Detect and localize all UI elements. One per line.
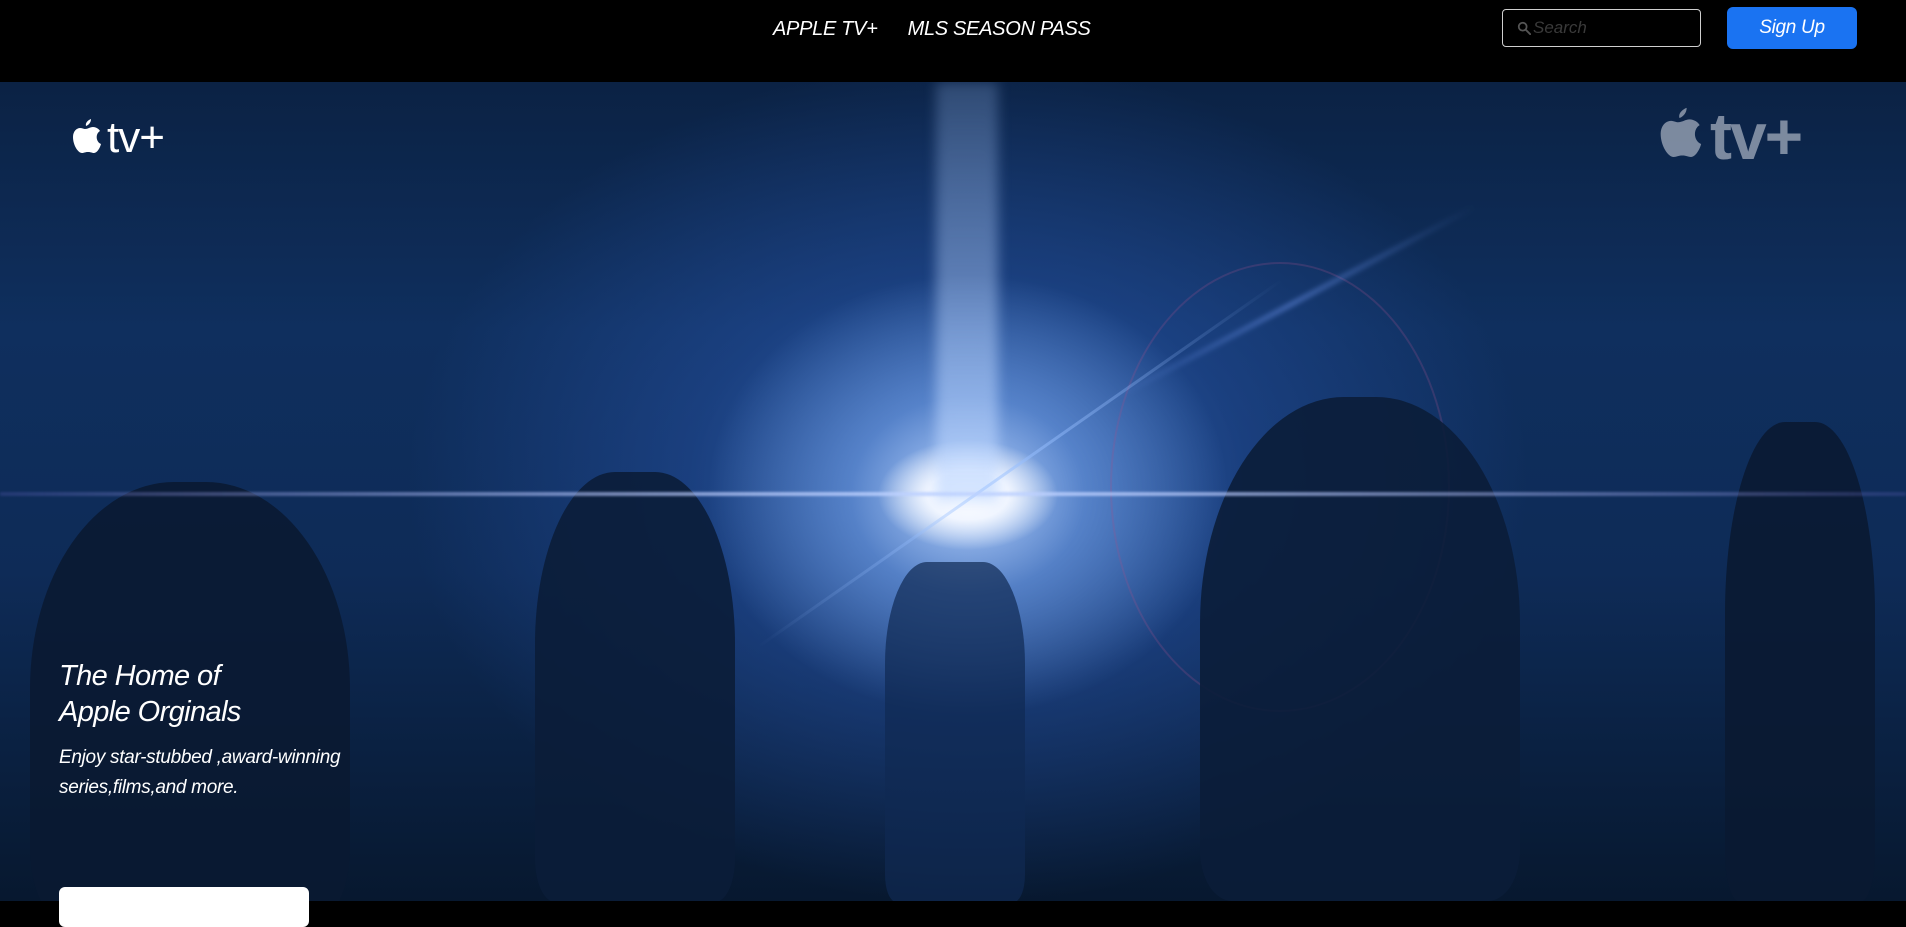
hero-subtitle-line: series,films,and more. <box>59 777 239 798</box>
search-icon <box>1517 21 1531 35</box>
hero-subtitle: Enjoy star-stubbed ,award-winning series… <box>59 743 399 803</box>
hero-title-line: Apple Orginals <box>59 696 241 728</box>
apple-logo-icon <box>73 119 101 153</box>
hero-title-line: The Home of <box>59 660 221 692</box>
figure-silhouette <box>1200 397 1520 901</box>
apple-tv-watermark: tv+ <box>1652 99 1803 173</box>
lens-flare-horizontal <box>0 492 1906 496</box>
logo-text: tv+ <box>107 113 165 162</box>
search-input[interactable] <box>1533 18 1703 38</box>
apple-logo-icon <box>1660 107 1702 157</box>
apple-tv-logo[interactable]: tv+ <box>67 113 165 162</box>
sign-up-button[interactable]: Sign Up <box>1727 7 1857 49</box>
light-beam <box>936 82 998 502</box>
hero-subtitle-line: Enjoy star-stubbed ,award-winning <box>59 747 341 768</box>
hero-copy: The Home of Apple Orginals Enjoy star-st… <box>59 658 399 803</box>
logo-text: tv+ <box>1710 99 1803 173</box>
hero-cta-button[interactable] <box>59 887 309 927</box>
top-navigation-bar: APPLE TV+ MLS SEASON PASS Sign Up <box>0 0 1906 82</box>
nav-links: APPLE TV+ MLS SEASON PASS <box>773 17 1091 41</box>
nav-link-mls-season-pass[interactable]: MLS SEASON PASS <box>908 17 1091 41</box>
figure-silhouette <box>885 562 1025 901</box>
nav-link-apple-tv-plus[interactable]: APPLE TV+ <box>773 17 878 41</box>
hero-title: The Home of Apple Orginals <box>59 658 399 730</box>
search-box[interactable] <box>1502 9 1703 47</box>
figure-silhouette <box>535 472 735 901</box>
